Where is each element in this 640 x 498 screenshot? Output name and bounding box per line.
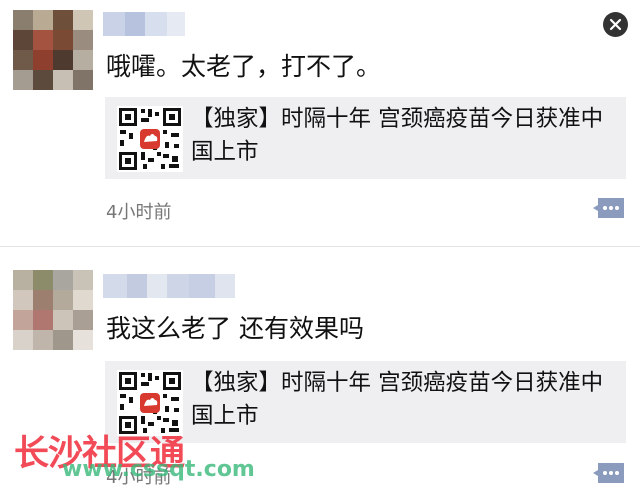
- shared-link-card[interactable]: 【独家】时隔十年 宫颈癌疫苗今日获准中国上市: [105, 97, 626, 179]
- username-blurred[interactable]: [103, 274, 235, 298]
- divider: [0, 246, 640, 247]
- timestamp: 4小时前: [106, 202, 172, 223]
- post-text: 哦嚯。太老了，打不了。: [106, 52, 382, 81]
- avatar[interactable]: [13, 270, 93, 350]
- comment-button[interactable]: [592, 196, 626, 220]
- watermark-logo: 长沙社区通 www.cssqt.com: [8, 425, 255, 495]
- card-title: 【独家】时隔十年 宫颈癌疫苗今日获准中国上市: [191, 370, 604, 429]
- watermark-url: www.cssqt.com: [62, 457, 255, 482]
- comment-bubble-icon: [593, 198, 624, 218]
- feed-post: 哦嚯。太老了，打不了。 【独家】时隔十年 宫颈癌疫苗今日获准中国上市 4小时前: [0, 0, 640, 246]
- qr-code-icon: [117, 106, 183, 172]
- close-button[interactable]: [603, 12, 628, 37]
- close-icon: [609, 18, 622, 31]
- comment-button[interactable]: [592, 461, 626, 485]
- post-text: 我这么老了 还有效果吗: [106, 314, 364, 343]
- comment-bubble-icon: [593, 463, 624, 483]
- card-title: 【独家】时隔十年 宫颈癌疫苗今日获准中国上市: [191, 106, 604, 165]
- avatar[interactable]: [13, 10, 93, 90]
- username-blurred[interactable]: [103, 12, 185, 36]
